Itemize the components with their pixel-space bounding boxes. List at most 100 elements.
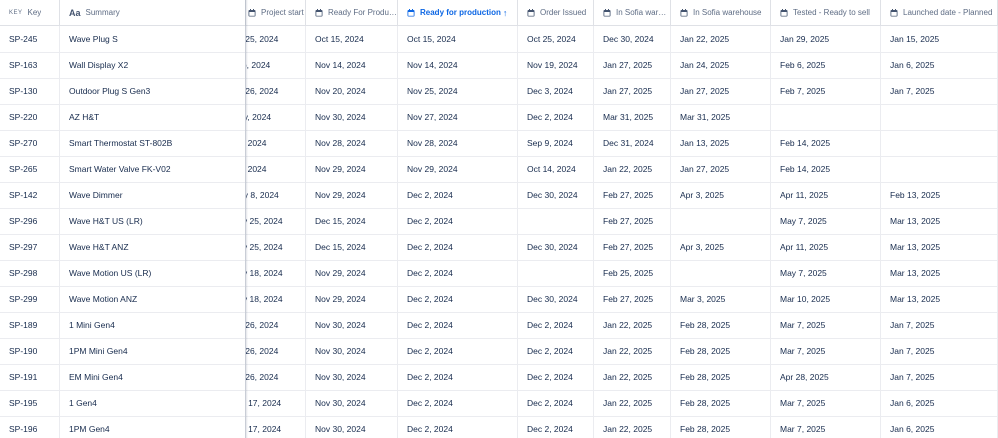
- cell-in-sofia-warehouse[interactable]: Feb 28, 2025: [671, 416, 771, 438]
- cell-project-start[interactable]: May 8, 2024: [246, 182, 306, 208]
- column-header-ready-for-production-a[interactable]: Ready For Production: [306, 0, 398, 25]
- cell-in-sofia-warehouse[interactable]: Feb 28, 2025: [671, 364, 771, 390]
- cell-tested-ready-to-sell[interactable]: Apr 11, 2025: [771, 234, 881, 260]
- cell-tested-ready-to-sell[interactable]: May 7, 2025: [771, 260, 881, 286]
- cell-launched-date-planned[interactable]: [881, 104, 998, 130]
- cell-launched-date-planned[interactable]: Jan 7, 2025: [881, 364, 998, 390]
- cell-summary[interactable]: 1PM Gen4: [60, 416, 246, 438]
- cell-key[interactable]: SP-270: [0, 130, 60, 156]
- cell-summary[interactable]: Wave Plug S: [60, 26, 246, 52]
- cell-key[interactable]: SP-130: [0, 78, 60, 104]
- cell-project-start[interactable]: Nov 25, 2024: [246, 234, 306, 260]
- cell-tested-ready-to-sell[interactable]: Jan 29, 2025: [771, 26, 881, 52]
- table-row[interactable]: SP-265 Smart Water Valve FK-V02 Jul, 2024 N…: [0, 156, 998, 183]
- column-header-ready-for-production[interactable]: Ready for production ↑: [398, 0, 518, 25]
- cell-ready-for-production[interactable]: Dec 2, 2024: [398, 182, 518, 208]
- cell-ready-for-production-a[interactable]: Nov 30, 2024: [306, 364, 398, 390]
- cell-in-sofia-warehouse-a[interactable]: Jan 22, 2025: [594, 364, 671, 390]
- cell-launched-date-planned[interactable]: Mar 13, 2025: [881, 260, 998, 286]
- cell-launched-date-planned[interactable]: [881, 130, 998, 156]
- cell-summary[interactable]: AZ H&T: [60, 104, 246, 130]
- cell-tested-ready-to-sell[interactable]: [771, 104, 881, 130]
- table-row[interactable]: SP-220 AZ H&T May, 2024 Nov 30, 2024 Nov 27,…: [0, 104, 998, 131]
- cell-ready-for-production-a[interactable]: Nov 29, 2024: [306, 286, 398, 312]
- cell-ready-for-production-a[interactable]: Nov 29, 2024: [306, 182, 398, 208]
- cell-summary[interactable]: Smart Water Valve FK-V02: [60, 156, 246, 182]
- cell-tested-ready-to-sell[interactable]: Feb 7, 2025: [771, 78, 881, 104]
- cell-order-issued[interactable]: Dec 2, 2024: [518, 416, 594, 438]
- cell-in-sofia-warehouse-a[interactable]: Jan 27, 2025: [594, 78, 671, 104]
- cell-ready-for-production-a[interactable]: Nov 14, 2024: [306, 52, 398, 78]
- cell-order-issued[interactable]: Dec 3, 2024: [518, 78, 594, 104]
- table-row[interactable]: SP-190 1PM Mini Gen4 Jul 26, 2024 Nov 30, 2…: [0, 338, 998, 365]
- cell-in-sofia-warehouse[interactable]: [671, 260, 771, 286]
- cell-order-issued[interactable]: [518, 260, 594, 286]
- cell-in-sofia-warehouse-a[interactable]: Jan 22, 2025: [594, 338, 671, 364]
- cell-summary[interactable]: 1PM Mini Gen4: [60, 338, 246, 364]
- cell-key[interactable]: SP-265: [0, 156, 60, 182]
- cell-order-issued[interactable]: Nov 19, 2024: [518, 52, 594, 78]
- cell-project-start[interactable]: Jul 26, 2024: [246, 312, 306, 338]
- cell-summary[interactable]: Wave H&T ANZ: [60, 234, 246, 260]
- cell-ready-for-production[interactable]: Nov 27, 2024: [398, 104, 518, 130]
- cell-summary[interactable]: Wave Dimmer: [60, 182, 246, 208]
- cell-launched-date-planned[interactable]: Jan 6, 2025: [881, 390, 998, 416]
- cell-in-sofia-warehouse[interactable]: Mar 31, 2025: [671, 104, 771, 130]
- cell-key[interactable]: SP-142: [0, 182, 60, 208]
- cell-key[interactable]: SP-195: [0, 390, 60, 416]
- table-row[interactable]: SP-189 1 Mini Gen4 Jul 26, 2024 Nov 30, 202…: [0, 312, 998, 339]
- cell-ready-for-production-a[interactable]: Nov 28, 2024: [306, 130, 398, 156]
- cell-order-issued[interactable]: Dec 2, 2024: [518, 364, 594, 390]
- cell-in-sofia-warehouse[interactable]: Feb 28, 2025: [671, 338, 771, 364]
- cell-summary[interactable]: Wall Display X2: [60, 52, 246, 78]
- cell-tested-ready-to-sell[interactable]: Feb 14, 2025: [771, 156, 881, 182]
- cell-ready-for-production[interactable]: Dec 2, 2024: [398, 390, 518, 416]
- cell-ready-for-production[interactable]: Nov 29, 2024: [398, 156, 518, 182]
- cell-ready-for-production[interactable]: Nov 14, 2024: [398, 52, 518, 78]
- cell-order-issued[interactable]: Dec 30, 2024: [518, 286, 594, 312]
- cell-launched-date-planned[interactable]: Mar 13, 2025: [881, 234, 998, 260]
- cell-ready-for-production-a[interactable]: Nov 29, 2024: [306, 260, 398, 286]
- cell-launched-date-planned[interactable]: Mar 13, 2025: [881, 286, 998, 312]
- cell-in-sofia-warehouse-a[interactable]: Feb 27, 2025: [594, 234, 671, 260]
- cell-tested-ready-to-sell[interactable]: Mar 7, 2025: [771, 390, 881, 416]
- cell-ready-for-production[interactable]: Dec 2, 2024: [398, 416, 518, 438]
- column-header-launched-date-planned[interactable]: Launched date - Planned: [881, 0, 998, 25]
- cell-in-sofia-warehouse[interactable]: Jan 13, 2025: [671, 130, 771, 156]
- cell-launched-date-planned[interactable]: Jan 7, 2025: [881, 338, 998, 364]
- cell-key[interactable]: SP-220: [0, 104, 60, 130]
- cell-order-issued[interactable]: Dec 2, 2024: [518, 390, 594, 416]
- cell-ready-for-production-a[interactable]: Nov 30, 2024: [306, 338, 398, 364]
- cell-launched-date-planned[interactable]: Jan 6, 2025: [881, 52, 998, 78]
- cell-ready-for-production[interactable]: Nov 25, 2024: [398, 78, 518, 104]
- cell-summary[interactable]: Wave Motion ANZ: [60, 286, 246, 312]
- cell-ready-for-production[interactable]: Oct 15, 2024: [398, 26, 518, 52]
- table-row[interactable]: SP-296 Wave H&T US (LR) Nov 25, 2024 Dec 15…: [0, 208, 998, 235]
- column-header-order-issued[interactable]: Order Issued: [518, 0, 594, 25]
- cell-summary[interactable]: Outdoor Plug S Gen3: [60, 78, 246, 104]
- cell-in-sofia-warehouse[interactable]: Jan 24, 2025: [671, 52, 771, 78]
- cell-key[interactable]: SP-190: [0, 338, 60, 364]
- table-row[interactable]: SP-163 Wall Display X2 Feb, 2024 Nov 14, 20…: [0, 52, 998, 79]
- cell-ready-for-production[interactable]: Dec 2, 2024: [398, 338, 518, 364]
- cell-launched-date-planned[interactable]: Jan 7, 2025: [881, 78, 998, 104]
- column-header-in-sofia-warehouse[interactable]: In Sofia warehouse: [671, 0, 771, 25]
- cell-ready-for-production[interactable]: Dec 2, 2024: [398, 312, 518, 338]
- cell-in-sofia-warehouse-a[interactable]: Jan 22, 2025: [594, 390, 671, 416]
- cell-ready-for-production-a[interactable]: Dec 15, 2024: [306, 208, 398, 234]
- cell-key[interactable]: SP-298: [0, 260, 60, 286]
- table-row[interactable]: SP-142 Wave Dimmer May 8, 2024 Nov 29, 2024…: [0, 182, 998, 209]
- column-header-project-start[interactable]: Project start: [246, 0, 306, 25]
- cell-project-start[interactable]: Jul, 2024: [246, 156, 306, 182]
- cell-key[interactable]: SP-299: [0, 286, 60, 312]
- cell-order-issued[interactable]: Oct 14, 2024: [518, 156, 594, 182]
- cell-in-sofia-warehouse[interactable]: Feb 28, 2025: [671, 312, 771, 338]
- cell-in-sofia-warehouse-a[interactable]: Jan 22, 2025: [594, 416, 671, 438]
- cell-key[interactable]: SP-189: [0, 312, 60, 338]
- table-row[interactable]: SP-299 Wave Motion ANZ Nov 18, 2024 Nov 29,…: [0, 286, 998, 313]
- cell-summary[interactable]: Wave H&T US (LR): [60, 208, 246, 234]
- cell-order-issued[interactable]: Dec 30, 2024: [518, 234, 594, 260]
- cell-ready-for-production[interactable]: Dec 2, 2024: [398, 260, 518, 286]
- cell-project-start[interactable]: Jun 17, 2024: [246, 416, 306, 438]
- cell-in-sofia-warehouse-a[interactable]: Dec 30, 2024: [594, 26, 671, 52]
